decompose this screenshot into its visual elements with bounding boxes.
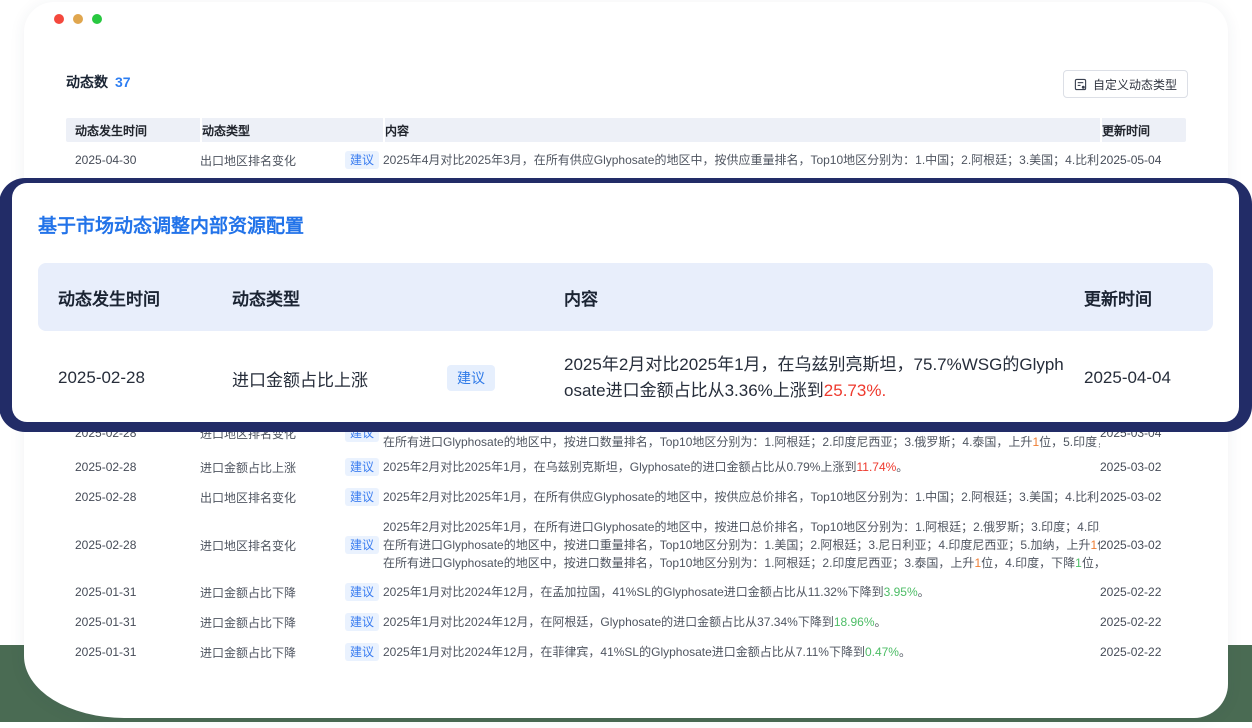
row-update: 2025-02-22 [1100,585,1186,599]
column-header-date: 动态发生时间 [75,118,200,142]
row-type: 进口地区排名变化 [200,537,345,554]
customize-type-button[interactable]: 自定义动态类型 [1063,70,1188,98]
row-tag-cell: 建议 [345,151,383,169]
row-content: 2025年1月对比2024年12月，在孟加拉国，41%SL的Glyphosate… [383,583,1100,601]
table-row: 2025-01-31进口金额占比下降建议2025年1月对比2024年12月，在孟… [66,578,1186,606]
overlay-table-row: 2025-02-28 进口金额占比上涨 建议 2025年2月对比2025年1月，… [38,331,1213,425]
row-update: 2025-03-02 [1100,490,1186,504]
suggestion-tag[interactable]: 建议 [345,583,379,601]
overlay-table-header: 动态发生时间 动态类型 内容 更新时间 [38,263,1213,331]
row-content: 2025年2月对比2025年1月，在乌兹别克斯坦，Glyphosate的进口金额… [383,458,1100,476]
row-date: 2025-02-28 [75,490,200,504]
row-date: 2025-01-31 [75,585,200,599]
row-type: 进口金额占比上涨 [200,459,345,476]
row-update: 2025-03-02 [1100,460,1186,474]
row-type: 进口金额占比下降 [200,644,345,661]
minimize-window-dot[interactable] [73,14,83,24]
overlay-column-content: 内容 [564,285,1084,310]
overlay-row-content: 2025年2月对比2025年1月，在乌兹别亮斯坦，75.7%WSG的Glypho… [564,352,1069,404]
table-row: 2025-04-30出口地区排名变化建议2025年4月对比2025年3月，在所有… [66,146,1186,174]
row-tag-cell: 建议 [345,488,383,506]
row-update: 2025-02-22 [1100,645,1186,659]
table-row: 2025-01-31进口金额占比下降建议2025年1月对比2024年12月，在菲… [66,638,1186,666]
overlay-column-date: 动态发生时间 [58,285,232,310]
column-header-update: 更新时间 [1100,118,1186,142]
suggestion-tag[interactable]: 建议 [345,488,379,506]
overlay-column-update: 更新时间 [1084,285,1193,310]
suggestion-tag[interactable]: 建议 [447,365,495,391]
overlay-row-tag-cell: 建议 [447,365,564,391]
row-content: 2025年1月对比2024年12月，在菲律宾，41%SL的Glyphosate进… [383,643,1100,661]
row-date: 2025-02-28 [75,460,200,474]
row-date: 2025-04-30 [75,153,200,167]
content-line: 2025年1月对比2024年12月，在菲律宾，41%SL的Glyphosate进… [383,643,1100,661]
row-type: 出口地区排名变化 [200,152,345,169]
customize-type-icon [1074,78,1087,91]
maximize-window-dot[interactable] [92,14,102,24]
dynamics-count: 动态数 37 [66,72,131,92]
content-line: 在所有进口Glyphosate的地区中，按进口重量排名，Top10地区分别为：1… [383,536,1100,554]
overlay-column-type: 动态类型 [232,285,447,310]
app-window: 动态数 37 自定义动态类型 动态发生时间 动态类型 内容 更新时间 2025-0… [24,2,1228,718]
suggestion-tag[interactable]: 建议 [345,458,379,476]
row-tag-cell: 建议 [345,458,383,476]
customize-type-label: 自定义动态类型 [1093,76,1177,93]
overlay-title: 基于市场动态调整内部资源配置 [38,211,304,238]
content-line: 2025年1月对比2024年12月，在孟加拉国，41%SL的Glyphosate… [383,583,1100,601]
content-line: 2025年2月对比2025年1月，在所有进口Glyphosate的地区中，按进口… [383,518,1100,536]
suggestion-tag[interactable]: 建议 [345,613,379,631]
overlay-row-update: 2025-04-04 [1084,368,1193,388]
table-row: 2025-02-28进口地区排名变化建议2025年2月对比2025年1月，在所有… [66,518,1186,572]
row-date: 2025-01-31 [75,615,200,629]
row-content: 2025年2月对比2025年1月，在所有供应Glyphosate的地区中，按供应… [383,488,1100,506]
suggestion-tag[interactable]: 建议 [345,536,379,554]
table-row: 2025-02-28进口金额占比上涨建议2025年2月对比2025年1月，在乌兹… [66,453,1186,481]
row-type: 进口金额占比下降 [200,584,345,601]
window-controls [54,14,102,24]
dynamics-count-value: 37 [115,74,131,90]
row-tag-cell: 建议 [345,643,383,661]
row-update: 2025-03-02 [1100,538,1186,552]
row-update: 2025-02-22 [1100,615,1186,629]
suggestion-tag[interactable]: 建议 [345,643,379,661]
suggestion-tag[interactable]: 建议 [345,151,379,169]
content-line: 2025年2月对比2025年1月，在乌兹别克斯坦，Glyphosate的进口金额… [383,458,1100,476]
row-content: 2025年4月对比2025年3月，在所有供应Glyphosate的地区中，按供应… [383,151,1100,169]
content-line: 2025年2月对比2025年1月，在所有供应Glyphosate的地区中，按供应… [383,488,1100,506]
content-line: 2025年1月对比2024年12月，在阿根廷，Glyphosate的进口金额占比… [383,613,1100,631]
dynamics-count-label: 动态数 [66,74,108,90]
row-date: 2025-01-31 [75,645,200,659]
row-content: 2025年1月对比2024年12月，在阿根廷，Glyphosate的进口金额占比… [383,613,1100,631]
overlay-row-date: 2025-02-28 [58,368,232,388]
row-tag-cell: 建议 [345,536,383,554]
table-row: 2025-01-31进口金额占比下降建议2025年1月对比2024年12月，在阿… [66,608,1186,636]
overlay-row-type: 进口金额占比上涨 [232,366,447,391]
table-row: 2025-02-28出口地区排名变化建议2025年2月对比2025年1月，在所有… [66,483,1186,511]
row-content: 2025年2月对比2025年1月，在所有进口Glyphosate的地区中，按进口… [383,518,1100,572]
content-line: 2025年4月对比2025年3月，在所有供应Glyphosate的地区中，按供应… [383,151,1100,169]
row-type: 进口金额占比下降 [200,614,345,631]
row-tag-cell: 建议 [345,613,383,631]
row-date: 2025-02-28 [75,538,200,552]
column-header-type: 动态类型 [200,118,383,142]
close-window-dot[interactable] [54,14,64,24]
row-tag-cell: 建议 [345,583,383,601]
row-update: 2025-05-04 [1100,153,1186,167]
row-type: 出口地区排名变化 [200,489,345,506]
highlight-overlay-panel: 基于市场动态调整内部资源配置 动态发生时间 动态类型 内容 更新时间 2025-… [12,183,1239,422]
content-line: 在所有进口Glyphosate的地区中，按进口数量排名，Top10地区分别为：1… [383,554,1100,572]
column-header-content: 内容 [383,118,1100,142]
content-line: 在所有进口Glyphosate的地区中，按进口数量排名，Top10地区分别为：1… [383,433,1100,451]
highlight-overlay: 基于市场动态调整内部资源配置 动态发生时间 动态类型 内容 更新时间 2025-… [9,180,1242,425]
table-header: 动态发生时间 动态类型 内容 更新时间 [66,118,1186,142]
